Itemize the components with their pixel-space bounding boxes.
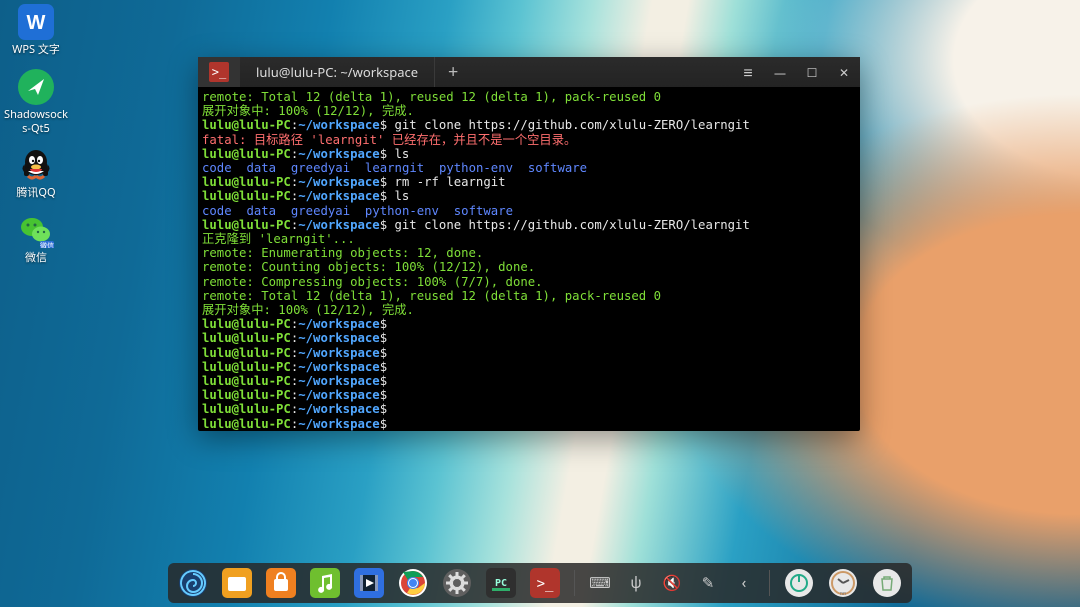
terminal-output-line: code data greedyai learngit python-env s… xyxy=(202,161,856,175)
terminal-titlebar[interactable]: >_ lulu@lulu-PC: ~/workspace + ≡ — ☐ ✕ xyxy=(198,57,860,87)
dock-app-pycharm[interactable]: PC xyxy=(486,568,516,598)
terminal-output-line: code data greedyai python-env software xyxy=(202,204,856,218)
desktop-icon-label: 腾讯QQ xyxy=(16,186,55,200)
terminal-prompt-line: lulu@lulu-PC:~/workspace$ ls xyxy=(202,147,856,161)
dock-app-music[interactable] xyxy=(310,568,340,598)
terminal-prompt-line: lulu@lulu-PC:~/workspace$ rm -rf learngi… xyxy=(202,175,856,189)
terminal-output-line: 展开对象中: 100% (12/12), 完成. xyxy=(202,303,856,317)
keyboard-icon[interactable]: ⌨ xyxy=(589,572,611,594)
terminal-prompt-line: lulu@lulu-PC:~/workspace$ git clone http… xyxy=(202,118,856,132)
terminal-prompt-line: lulu@lulu-PC:~/workspace$ xyxy=(202,317,856,331)
svg-text:PC: PC xyxy=(495,578,507,589)
terminal-output-line: 展开对象中: 100% (12/12), 完成. xyxy=(202,104,856,118)
trash-button[interactable] xyxy=(872,568,902,598)
usb-icon[interactable]: ψ xyxy=(625,572,647,594)
terminal-output-line: remote: Enumerating objects: 12, done. xyxy=(202,246,856,260)
new-tab-button[interactable]: + xyxy=(435,57,471,87)
terminal-prompt-line: lulu@lulu-PC:~/workspace$ xyxy=(202,417,856,431)
terminal-prompt-line: lulu@lulu-PC:~/workspace$ ls xyxy=(202,189,856,203)
desktop-icon-tencent-qq[interactable]: 腾讯QQ xyxy=(4,147,68,200)
svg-text:nn: nn xyxy=(840,591,846,597)
desktop-icon-label: Shadowsock s-Qt5 xyxy=(4,108,68,136)
terminal-output-line: remote: Total 12 (delta 1), reused 12 (d… xyxy=(202,289,856,303)
desktop-icon-label: WPS 文字 xyxy=(12,43,60,57)
tray-collapse-icon[interactable]: ‹ xyxy=(733,572,755,594)
svg-text:>_: >_ xyxy=(537,576,554,592)
terminal-window[interactable]: >_ lulu@lulu-PC: ~/workspace + ≡ — ☐ ✕ r… xyxy=(198,57,860,431)
close-button[interactable]: ✕ xyxy=(828,57,860,87)
svg-text:微信: 微信 xyxy=(40,241,54,248)
desktop-icons-area: WWPS 文字Shadowsock s-Qt5腾讯QQ微信微信 xyxy=(4,4,68,265)
desktop-icon-wechat[interactable]: 微信微信 xyxy=(4,212,68,265)
terminal-prompt-line: lulu@lulu-PC:~/workspace$ xyxy=(202,374,856,388)
volume-icon[interactable]: 🔇 xyxy=(661,572,683,594)
terminal-output-line: remote: Counting objects: 100% (12/12), … xyxy=(202,260,856,274)
tencent-qq-icon xyxy=(18,147,54,183)
desktop-icon-shadowsocks[interactable]: Shadowsock s-Qt5 xyxy=(4,69,68,136)
dock-app-launcher[interactable] xyxy=(178,568,208,598)
dock-app-terminal[interactable]: >_ xyxy=(530,568,560,598)
dock-app-settings[interactable] xyxy=(442,568,472,598)
terminal-output-line: remote: Compressing objects: 100% (7/7),… xyxy=(202,275,856,289)
svg-text:W: W xyxy=(27,12,46,34)
terminal-app-icon: >_ xyxy=(198,57,240,87)
dock-app-app-store[interactable] xyxy=(266,568,296,598)
dock-app-video[interactable] xyxy=(354,568,384,598)
dock-app-chrome[interactable] xyxy=(398,568,428,598)
terminal-output-line: remote: Total 12 (delta 1), reused 12 (d… xyxy=(202,90,856,104)
dock-app-file-manager[interactable] xyxy=(222,568,252,598)
terminal-prompt-line: lulu@lulu-PC:~/workspace$ xyxy=(202,346,856,360)
terminal-output-line: fatal: 目标路径 'learngit' 已经存在，并且不是一个空目录。 xyxy=(202,133,856,147)
terminal-prompt-line: lulu@lulu-PC:~/workspace$ xyxy=(202,402,856,416)
terminal-output[interactable]: remote: Total 12 (delta 1), reused 12 (d… xyxy=(198,87,860,431)
theme-icon[interactable]: ✎ xyxy=(697,572,719,594)
terminal-tab[interactable]: lulu@lulu-PC: ~/workspace xyxy=(240,57,435,87)
shutdown-button[interactable] xyxy=(784,568,814,598)
desktop-icon-label: 微信 xyxy=(25,251,47,265)
minimize-button[interactable]: — xyxy=(764,57,796,87)
terminal-tab-title: lulu@lulu-PC: ~/workspace xyxy=(256,63,418,81)
terminal-prompt-line: lulu@lulu-PC:~/workspace$ git clone http… xyxy=(202,218,856,232)
wps-icon: W xyxy=(18,4,54,40)
clock-widget[interactable]: nn xyxy=(828,568,858,598)
wechat-icon: 微信 xyxy=(18,212,54,248)
terminal-prompt-line: lulu@lulu-PC:~/workspace$ xyxy=(202,388,856,402)
desktop-icon-wps[interactable]: W WPS 文字 xyxy=(4,4,68,57)
terminal-prompt-line: lulu@lulu-PC:~/workspace$ xyxy=(202,360,856,374)
shadowsocks-icon xyxy=(18,69,54,105)
dock[interactable]: PC >_ ⌨ ψ 🔇 ✎ ‹ nn xyxy=(168,563,912,603)
dock-separator xyxy=(574,570,575,596)
terminal-menu-button[interactable]: ≡ xyxy=(732,57,764,87)
maximize-button[interactable]: ☐ xyxy=(796,57,828,87)
terminal-prompt-line: lulu@lulu-PC:~/workspace$ xyxy=(202,331,856,345)
terminal-output-line: 正克隆到 'learngit'... xyxy=(202,232,856,246)
dock-separator xyxy=(769,570,770,596)
